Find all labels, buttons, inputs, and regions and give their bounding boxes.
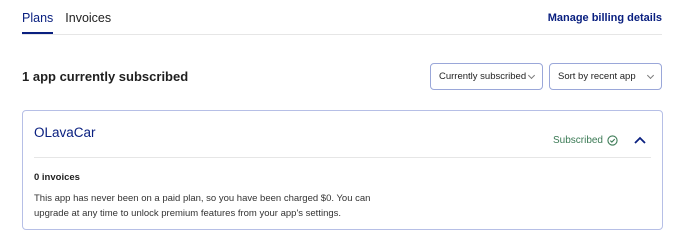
sort-value: Sort by recent app <box>558 71 636 82</box>
sort-select[interactable]: Sort by recent app <box>549 63 662 90</box>
status-text: Subscribed <box>552 135 603 146</box>
status-filter-value: Currently subscribed <box>439 71 527 82</box>
invoices-count: 0 invoices <box>34 172 80 183</box>
tab-plans[interactable]: Plans <box>22 0 54 34</box>
app-name[interactable]: OLavaCar <box>34 125 96 140</box>
manage-billing-link[interactable]: Manage billing details <box>548 12 662 24</box>
chevron-up-icon <box>634 136 646 144</box>
collapse-button[interactable] <box>632 133 648 147</box>
app-card: OLavaCar Subscribed 0 invoices This app … <box>22 110 663 230</box>
status-filter-select[interactable]: Currently subscribed <box>430 63 543 90</box>
tab-invoices[interactable]: Invoices <box>65 0 111 34</box>
subscription-summary: 1 app currently subscribed <box>22 69 189 84</box>
chevron-down-icon <box>527 71 536 79</box>
plan-message: This app has never been on a paid plan, … <box>34 193 371 219</box>
tab-bar: Plans Invoices <box>22 0 123 34</box>
chevron-down-icon <box>646 71 655 79</box>
status-badge: Subscribed <box>553 135 618 146</box>
card-divider <box>34 157 651 158</box>
tabs-divider <box>22 34 662 35</box>
check-circle-icon <box>607 135 618 146</box>
